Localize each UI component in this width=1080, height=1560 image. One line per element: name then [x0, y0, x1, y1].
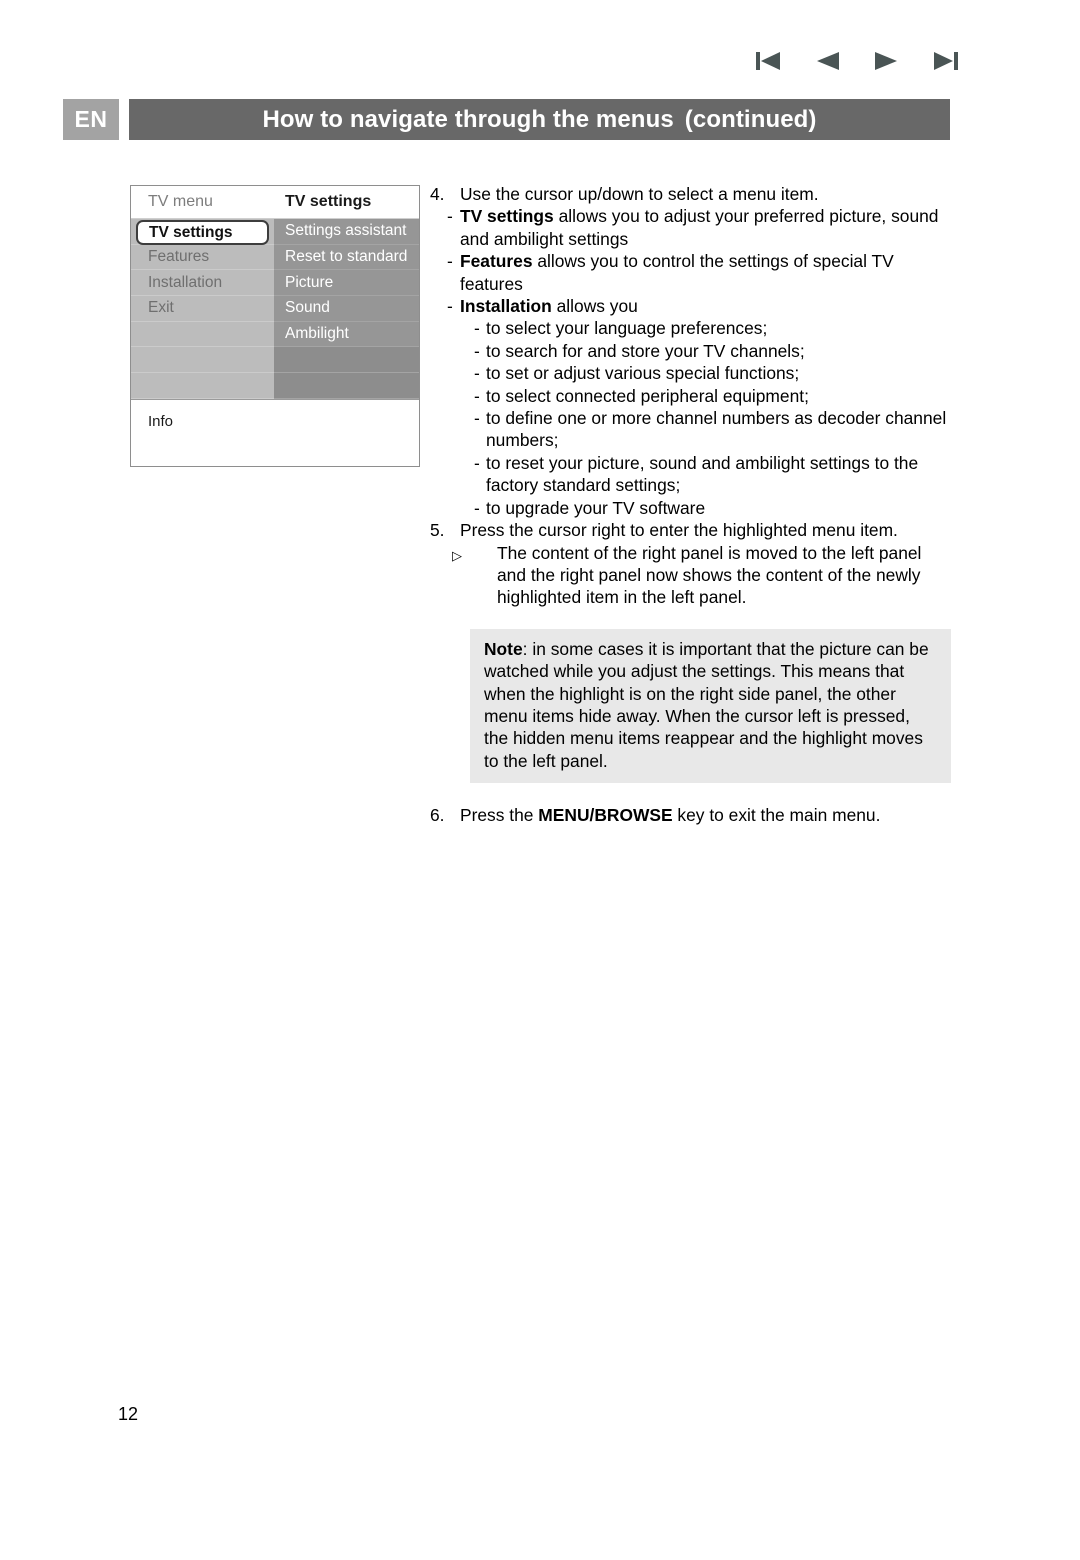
- step-6: 6. Press the MENU/BROWSE key to exit the…: [430, 804, 955, 826]
- installation-subitem-text: to search for and store your TV channels…: [486, 340, 805, 361]
- page-title-bar: How to navigate through the menus (conti…: [129, 99, 950, 140]
- step-4-item-text: Installation allows you: [460, 295, 955, 317]
- step-4-number: 4.: [430, 184, 445, 204]
- tv-menu-left-row[interactable]: Features: [131, 245, 274, 271]
- tv-menu-right-title: TV settings: [285, 193, 372, 210]
- dash-marker: -: [474, 385, 480, 406]
- tv-menu-left-panel: TV settings Features Installation Exit: [131, 219, 274, 399]
- tv-menu-left-title: TV menu: [148, 193, 213, 210]
- step-4-item-text: Features allows you to control the setti…: [460, 250, 955, 295]
- dash-marker: -: [447, 206, 453, 227]
- step-4: 4. Use the cursor up/down to select a me…: [430, 183, 955, 205]
- tv-menu-info-label: Info: [148, 413, 174, 430]
- installation-subitem-text: to select connected peripheral equipment…: [486, 385, 809, 406]
- step-5-result-text: The content of the right panel is moved …: [497, 542, 922, 608]
- step-4-item-tv-settings: - TV settings allows you to adjust your …: [430, 205, 955, 250]
- tv-menu-columns: TV settings Features Installation Exit S…: [131, 219, 419, 399]
- step-4-item-installation: - Installation allows you: [430, 295, 955, 317]
- tv-menu-info-area: Info: [131, 399, 419, 466]
- tv-menu-left-row: [131, 347, 274, 374]
- page-title-continued: (continued): [684, 105, 817, 133]
- language-badge: EN: [63, 99, 119, 140]
- last-page-icon[interactable]: [928, 46, 962, 76]
- next-page-icon[interactable]: [869, 46, 903, 76]
- installation-subitem-text: to define one or more channel numbers as…: [486, 408, 947, 451]
- step-6-text: Press the MENU/BROWSE key to exit the ma…: [460, 804, 955, 826]
- dash-marker: -: [474, 497, 480, 518]
- page-header: EN How to navigate through the menus (co…: [63, 99, 950, 140]
- step-6-text-before: Press the: [460, 805, 539, 826]
- step-5: 5. Press the cursor right to enter the h…: [430, 519, 955, 541]
- installation-subitem-text: to upgrade your TV software: [486, 497, 706, 518]
- step-5-text: Press the cursor right to enter the high…: [460, 520, 898, 541]
- tv-menu-right-row[interactable]: Picture: [274, 270, 419, 297]
- page-navigation-arrows: [752, 44, 962, 78]
- installation-subitem: - to select connected peripheral equipme…: [430, 385, 955, 407]
- installation-subitem: - to define one or more channel numbers …: [430, 407, 955, 452]
- dash-marker: -: [474, 408, 480, 429]
- tv-menu-right-row[interactable]: Reset to standard: [274, 245, 419, 271]
- step-4-item-bold: TV settings: [460, 206, 554, 227]
- installation-subitem-text: to select your language preferences;: [486, 318, 768, 339]
- step-4-item-rest: allows you: [551, 296, 638, 317]
- tv-menu-left-row[interactable]: Installation: [131, 270, 274, 297]
- installation-subitem: - to select your language preferences;: [430, 317, 955, 339]
- installation-subitem-text: to reset your picture, sound and ambilig…: [486, 452, 919, 496]
- previous-page-icon[interactable]: [811, 46, 845, 76]
- step-4-item-bold: Features: [460, 251, 533, 272]
- step-5-result: ▷ The content of the right panel is move…: [430, 542, 955, 609]
- triangle-bullet-icon: ▷: [452, 547, 462, 563]
- tv-menu-right-panel: Settings assistant Reset to standard Pic…: [274, 219, 419, 399]
- tv-menu-right-row[interactable]: Ambilight: [274, 322, 419, 348]
- page-title: How to navigate through the menus: [262, 105, 674, 133]
- note-box: Note: in some cases it is important that…: [470, 628, 951, 784]
- step-4-text: Use the cursor up/down to select a menu …: [460, 184, 819, 204]
- step-6-text-after: key to exit the main menu.: [672, 805, 881, 826]
- tv-menu-left-row: [131, 373, 274, 399]
- step-6-bold-key: MENU/BROWSE: [538, 805, 673, 826]
- tv-menu-highlighted-item[interactable]: TV settings: [136, 220, 269, 245]
- installation-subitem: - to set or adjust various special funct…: [430, 362, 955, 384]
- installation-subitem-text: to set or adjust various special functio…: [486, 363, 800, 384]
- step-4-item-features: - Features allows you to control the set…: [430, 250, 955, 295]
- dash-marker: -: [474, 452, 480, 473]
- installation-subitem: - to reset your picture, sound and ambil…: [430, 452, 955, 497]
- step-4-item-text: TV settings allows you to adjust your pr…: [460, 205, 955, 250]
- tv-menu-titles: TV menu TV settings: [131, 186, 419, 219]
- dash-marker: -: [474, 318, 480, 339]
- dash-marker: -: [447, 296, 453, 317]
- note-label: Note: [484, 638, 523, 659]
- step-6-number: 6.: [430, 805, 445, 826]
- step-4-item-bold: Installation: [460, 296, 552, 317]
- instructions-content: 4. Use the cursor up/down to select a me…: [430, 183, 955, 827]
- installation-subitem: - to search for and store your TV channe…: [430, 340, 955, 362]
- first-page-icon[interactable]: [752, 46, 786, 76]
- tv-menu-right-row[interactable]: Settings assistant: [274, 219, 419, 245]
- dash-marker: -: [447, 251, 453, 272]
- tv-menu-right-row[interactable]: Sound: [274, 296, 419, 322]
- tv-menu-illustration: TV menu TV settings TV settings Features…: [130, 185, 420, 467]
- tv-menu-left-row: [131, 322, 274, 348]
- dash-marker: -: [474, 363, 480, 384]
- tv-menu-right-row: [274, 347, 419, 374]
- dash-marker: -: [474, 340, 480, 361]
- page-number: 12: [118, 1404, 139, 1424]
- tv-menu-right-row: [274, 373, 419, 399]
- tv-menu-left-row[interactable]: Exit: [131, 296, 274, 322]
- step-5-number: 5.: [430, 520, 445, 541]
- note-text: in some cases it is important that the p…: [484, 638, 929, 771]
- installation-subitem: - to upgrade your TV software: [430, 497, 955, 519]
